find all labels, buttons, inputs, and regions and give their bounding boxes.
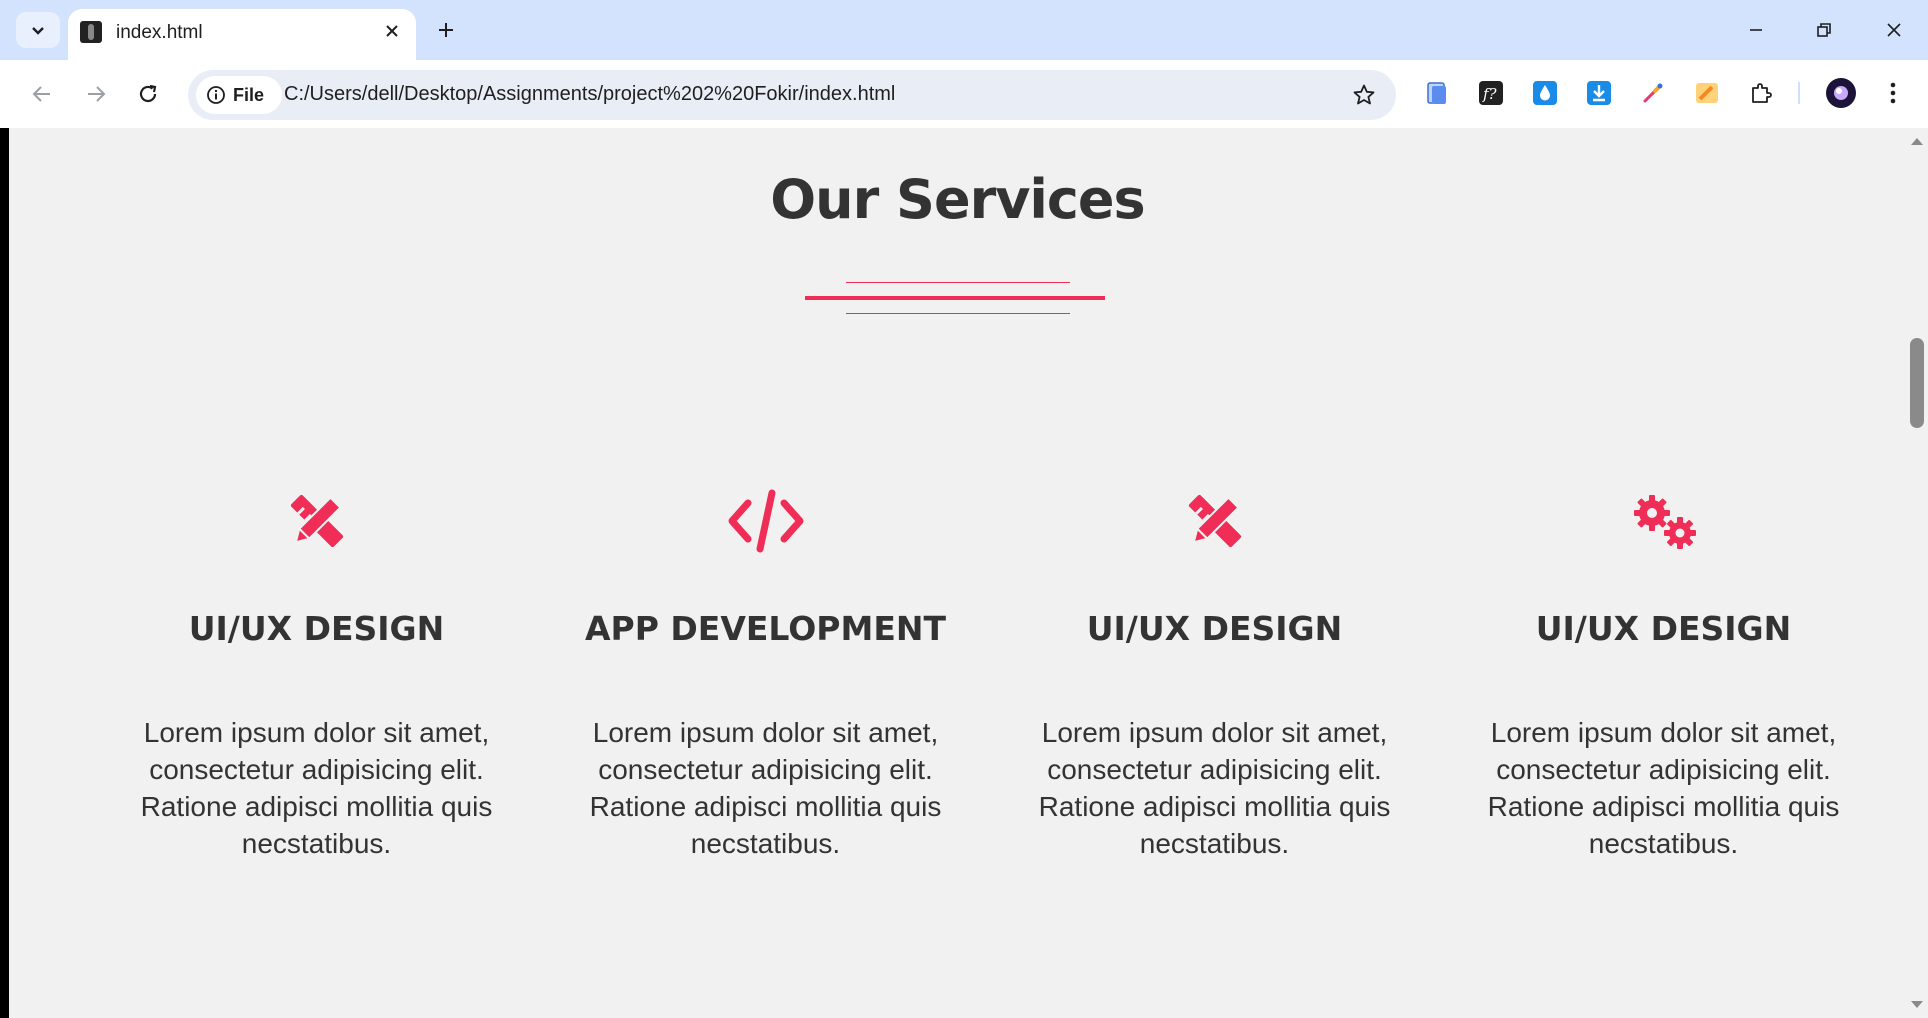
- tab-strip: index.html: [0, 0, 1928, 60]
- toolbar-separator: [1798, 82, 1800, 104]
- tab-search-button[interactable]: [16, 12, 60, 48]
- active-tab[interactable]: index.html: [68, 9, 416, 60]
- service-title: UI/UX DESIGN: [1535, 609, 1792, 648]
- reload-icon: [139, 84, 157, 103]
- profile-button[interactable]: [1824, 76, 1858, 110]
- download-icon: [1587, 81, 1611, 105]
- forward-button[interactable]: [76, 74, 116, 114]
- title-divider-top: [846, 282, 1070, 283]
- vertical-scrollbar[interactable]: [1906, 128, 1928, 1018]
- title-divider-middle: [805, 296, 1105, 300]
- url-text[interactable]: C:/Users/dell/Desktop/Assignments/projec…: [284, 83, 895, 106]
- font-question-icon: f?: [1479, 81, 1503, 105]
- favicon-icon: [80, 21, 102, 43]
- more-vertical-icon: [1890, 82, 1896, 104]
- service-title: UI/UX DESIGN: [1086, 609, 1343, 648]
- star-icon: [1353, 84, 1375, 105]
- tab-close-button[interactable]: [378, 17, 406, 45]
- clipboard-icon: [1427, 82, 1446, 104]
- code-icon: [541, 488, 990, 554]
- close-window-button[interactable]: [1874, 10, 1914, 50]
- service-description: Lorem ipsum dolor sit amet, consectetur …: [1487, 717, 1840, 859]
- eyedropper-icon: [1643, 83, 1663, 103]
- pencil-ruler-icon: [990, 488, 1439, 554]
- service-description: Lorem ipsum dolor sit amet, consectetur …: [140, 717, 493, 859]
- minimize-button[interactable]: [1736, 10, 1776, 50]
- svg-text:f?: f?: [1482, 85, 1498, 103]
- tab-title: index.html: [116, 22, 203, 43]
- service-card: APP DEVELOPMENT Lorem ipsum dolor sit am…: [541, 488, 990, 862]
- chevron-down-icon: [32, 27, 44, 35]
- browser-toolbar: File C:/Users/dell/Desktop/Assignments/p…: [0, 60, 1928, 128]
- puzzle-piece-icon: [1752, 83, 1772, 103]
- avatar: [1826, 78, 1856, 108]
- reload-button[interactable]: [128, 74, 168, 114]
- close-icon: [386, 25, 398, 37]
- extension-download-button[interactable]: [1584, 78, 1614, 108]
- arrow-right-icon: [88, 86, 106, 102]
- info-icon: [207, 86, 225, 104]
- scroll-down-arrow-icon[interactable]: [1911, 1001, 1923, 1008]
- service-title: APP DEVELOPMENT: [584, 609, 947, 648]
- scrollbar-thumb[interactable]: [1910, 338, 1924, 428]
- site-info-chip[interactable]: File: [196, 76, 282, 114]
- back-button[interactable]: [22, 74, 62, 114]
- arrow-left-icon: [32, 86, 50, 102]
- site-chip-label: File: [233, 84, 265, 105]
- page-viewport: Our Services UI/UX DESIGN Lorem ipsum do…: [9, 128, 1906, 1018]
- browser-menu-button[interactable]: [1878, 78, 1908, 108]
- extension-font-button[interactable]: f?: [1476, 78, 1506, 108]
- restore-button[interactable]: [1804, 10, 1844, 50]
- scroll-up-arrow-icon[interactable]: [1911, 138, 1923, 145]
- page-title: Our Services: [770, 168, 1145, 231]
- service-description: Lorem ipsum dolor sit amet, consectetur …: [589, 717, 942, 859]
- close-icon: [1887, 23, 1901, 37]
- extension-highlighter-button[interactable]: [1692, 78, 1722, 108]
- minimize-icon: [1750, 29, 1762, 31]
- service-card: UI/UX DESIGN Lorem ipsum dolor sit amet,…: [1439, 488, 1888, 862]
- highlighter-icon: [1696, 83, 1718, 103]
- plus-icon: [439, 23, 453, 37]
- extension-clipboard-button[interactable]: [1422, 78, 1452, 108]
- service-title: UI/UX DESIGN: [188, 609, 445, 648]
- restore-icon: [1817, 23, 1831, 37]
- extension-colorpick-button[interactable]: [1530, 78, 1560, 108]
- address-bar[interactable]: File C:/Users/dell/Desktop/Assignments/p…: [188, 70, 1396, 120]
- bookmark-button[interactable]: [1350, 81, 1378, 109]
- service-card: UI/UX DESIGN Lorem ipsum dolor sit amet,…: [990, 488, 1439, 862]
- pencil-ruler-icon: [92, 488, 541, 554]
- extension-eyedropper-button[interactable]: [1638, 78, 1668, 108]
- new-tab-button[interactable]: [430, 14, 462, 46]
- droplet-icon: [1533, 81, 1557, 105]
- title-divider-bottom: [846, 313, 1070, 314]
- extensions-menu-button[interactable]: [1746, 78, 1776, 108]
- service-card: UI/UX DESIGN Lorem ipsum dolor sit amet,…: [92, 488, 541, 862]
- service-description: Lorem ipsum dolor sit amet, consectetur …: [1038, 717, 1391, 859]
- gears-icon: [1439, 488, 1888, 554]
